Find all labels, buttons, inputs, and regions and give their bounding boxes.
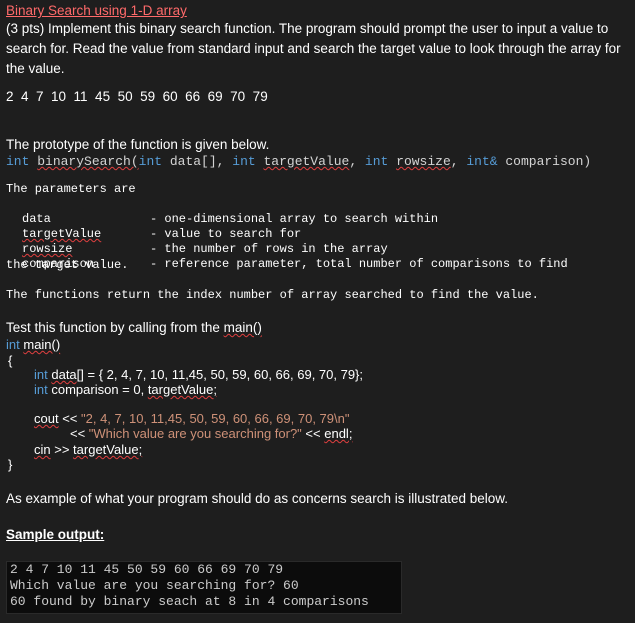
code-line-comparison: int comparison = 0, targetValue; [34, 382, 217, 397]
prototype-intro: The prototype of the function is given b… [6, 137, 270, 152]
code-open-brace: { [8, 353, 13, 368]
sample-output-heading: Sample output: [6, 527, 105, 542]
page-title: Binary Search using 1-D array [6, 3, 187, 18]
code-line-cin: cin >> targetValue; [34, 442, 143, 457]
code-close-brace: } [8, 457, 13, 472]
array-values: 2 4 7 10 11 45 50 59 60 66 69 70 79 [6, 89, 268, 104]
code-line-prompt: << "Which value are you searching for?" … [70, 426, 353, 441]
returns-description: The functions return the index number of… [6, 288, 539, 302]
console-line: Which value are you searching for? 60 [10, 578, 299, 593]
console-line: 2 4 7 10 11 45 50 59 60 66 69 70 79 [10, 562, 284, 577]
test-instructions: Test this function by calling from the m… [6, 320, 262, 335]
function-prototype: int binarySearch(int data[], int targetV… [6, 154, 592, 169]
parameters-tail: the target value. [6, 258, 129, 272]
code-line-cout: cout << "2, 4, 7, 10, 11,45, 50, 59, 60,… [34, 411, 350, 426]
intro-paragraph: (3 pts) Implement this binary search fun… [6, 21, 621, 76]
code-main-signature: int main() [6, 337, 61, 352]
console-line: 60 found by binary seach at 8 in 4 compa… [10, 594, 369, 609]
example-description: As example of what your program should d… [6, 491, 509, 506]
console-output: 2 4 7 10 11 45 50 59 60 66 69 70 79 Whic… [6, 561, 402, 614]
code-line-data: int data[] = { 2, 4, 7, 10, 11,45, 50, 5… [34, 367, 364, 382]
parameters-heading: The parameters are [6, 182, 136, 196]
